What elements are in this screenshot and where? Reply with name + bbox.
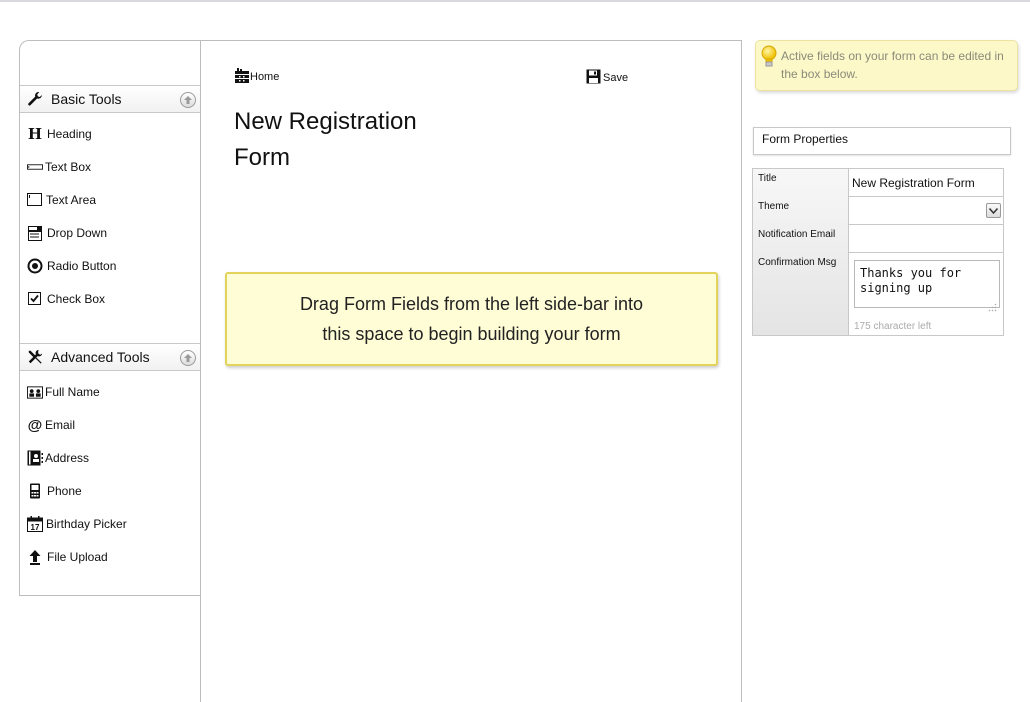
tool-heading[interactable]: H Heading: [27, 124, 92, 144]
top-border: [0, 0, 1030, 2]
calendar-icon: 17: [27, 516, 43, 532]
form-properties-panel: Title Theme Notification Email Confirmat…: [752, 168, 1004, 336]
wrench-icon: [27, 91, 43, 107]
notification-email-label: Notification Email: [758, 229, 836, 240]
tool-label: Check Box: [47, 292, 106, 306]
tool-email[interactable]: @ Email: [27, 415, 75, 435]
tool-full-name[interactable]: Full Name: [27, 382, 100, 402]
tool-address[interactable]: Address: [27, 448, 89, 468]
collapse-up-icon[interactable]: [180, 92, 196, 108]
tool-label: Address: [45, 451, 90, 465]
tool-radio-button[interactable]: Radio Button: [27, 256, 116, 276]
title-field[interactable]: New Registration Form: [849, 169, 1004, 197]
address-icon: [27, 450, 43, 466]
basic-tools-header[interactable]: Basic Tools: [20, 85, 201, 113]
tool-label: Text Box: [45, 160, 92, 174]
textbox-icon: [27, 159, 43, 175]
svg-text:17: 17: [31, 523, 40, 532]
form-dropzone[interactable]: Drag Form Fields from the left side-bar …: [225, 272, 718, 366]
properties-labels: Title Theme Notification Email Confirmat…: [753, 169, 849, 335]
save-label: Save: [603, 72, 629, 84]
notification-email-field[interactable]: [849, 225, 1004, 253]
tool-label: Radio Button: [47, 259, 117, 273]
tool-text-box[interactable]: Text Box: [27, 157, 91, 177]
theme-label: Theme: [758, 201, 790, 212]
theme-select[interactable]: [849, 197, 1003, 222]
chevron-down-icon[interactable]: [986, 203, 1001, 218]
tools-icon: [27, 349, 43, 365]
tool-label: File Upload: [47, 550, 108, 564]
title-input[interactable]: New Registration Form: [852, 176, 975, 190]
tool-drop-down[interactable]: Drop Down: [27, 223, 107, 243]
form-properties-header: Form Properties: [753, 127, 1011, 155]
title-label: Title: [758, 173, 777, 184]
tool-label: Drop Down: [47, 226, 108, 240]
confirmation-msg-field: Thanks you for signing up 175 character …: [849, 253, 1004, 335]
radio-icon: [27, 258, 43, 274]
tools-sidebar: Basic Tools H Heading Text Box Text Area…: [19, 40, 201, 596]
home-label: Home: [250, 71, 280, 83]
form-title[interactable]: New Registration Form: [234, 104, 464, 176]
save-button[interactable]: Save: [586, 69, 628, 84]
tool-label: Text Area: [46, 193, 97, 207]
heading-icon: H: [27, 125, 43, 143]
upload-icon: [27, 549, 43, 565]
tool-label: Full Name: [45, 385, 100, 399]
theme-field[interactable]: [849, 197, 1004, 225]
tool-label: Heading: [47, 127, 92, 141]
email-icon: @: [27, 416, 43, 434]
tool-birthday-picker[interactable]: 17 Birthday Picker: [27, 514, 127, 534]
floppy-disk-icon: [586, 69, 601, 84]
tool-label: Phone: [47, 484, 82, 498]
lightbulb-icon: [761, 45, 777, 74]
phone-icon: [27, 483, 43, 499]
checkbox-icon: [27, 291, 43, 307]
help-tip-text: Active fields on your form can be edited…: [781, 49, 1004, 81]
character-count: 175 character left: [854, 321, 932, 332]
resize-grip-icon[interactable]: [988, 299, 997, 317]
advanced-tools-header[interactable]: Advanced Tools: [20, 343, 201, 371]
tool-phone[interactable]: Phone: [27, 481, 82, 501]
confirmation-msg-textarea[interactable]: Thanks you for signing up: [854, 260, 1000, 308]
dropdown-icon: [27, 225, 43, 241]
fullname-icon: [27, 384, 43, 400]
tool-file-upload[interactable]: File Upload: [27, 547, 108, 567]
home-icon: [234, 67, 250, 83]
collapse-up-icon[interactable]: [180, 350, 196, 366]
tool-check-box[interactable]: Check Box: [27, 289, 105, 309]
tool-text-area[interactable]: Text Area: [27, 190, 96, 210]
tool-label: Email: [45, 418, 76, 432]
textarea-icon: [27, 192, 43, 208]
home-link[interactable]: Home: [234, 67, 279, 83]
advanced-tools-title: Advanced Tools: [51, 349, 150, 365]
form-canvas: Home Save New Registration Form Drag For…: [200, 40, 742, 702]
help-tip: Active fields on your form can be edited…: [755, 40, 1018, 91]
tool-label: Birthday Picker: [46, 517, 127, 531]
basic-tools-title: Basic Tools: [51, 91, 122, 107]
confirmation-msg-label: Confirmation Msg: [758, 257, 837, 268]
